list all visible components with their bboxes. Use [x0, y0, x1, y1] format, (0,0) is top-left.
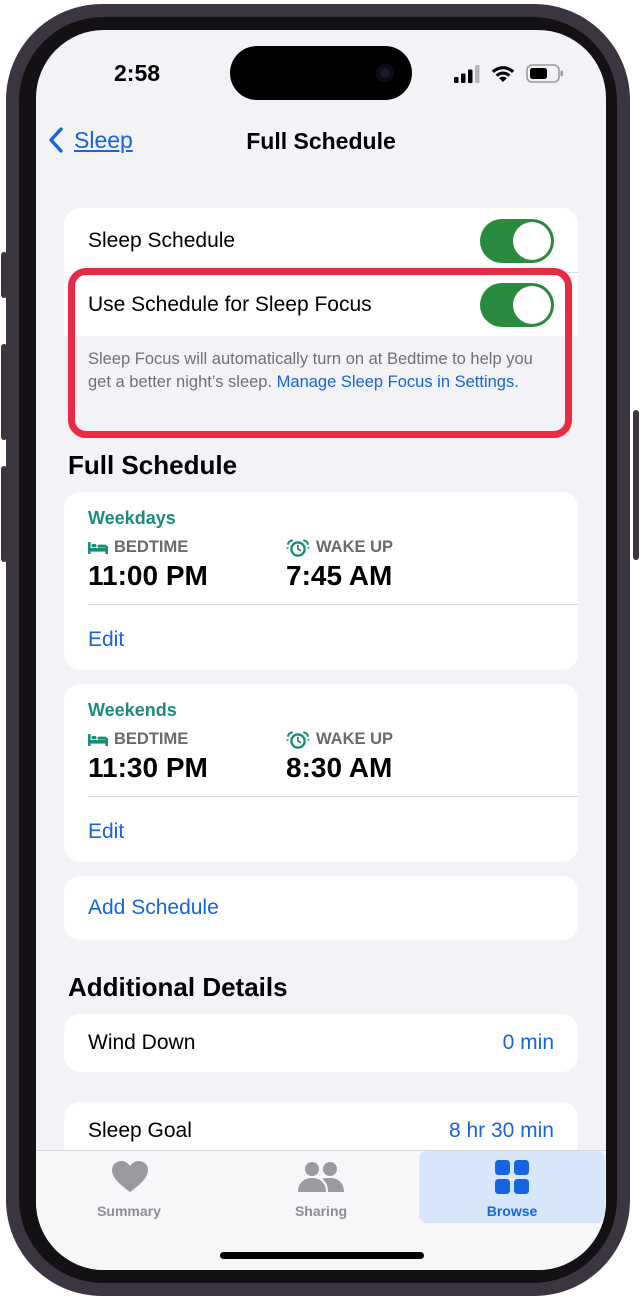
schedule-card-weekdays: Weekdays BEDTIME WAKE UP 11:00 PM 7:45 A…: [64, 492, 578, 670]
sleep-schedule-toggle[interactable]: [480, 219, 554, 263]
navigation-bar: Sleep Full Schedule: [36, 120, 606, 164]
add-schedule-card[interactable]: Add Schedule: [64, 876, 578, 940]
wake-label: WAKE UP: [286, 730, 393, 749]
row-divider: [88, 604, 578, 605]
tab-browse-label: Browse: [486, 1203, 538, 1219]
tab-summary[interactable]: Summary: [36, 1151, 222, 1223]
battery-icon: [526, 64, 563, 83]
wifi-icon: [491, 66, 515, 82]
home-indicator[interactable]: [220, 1252, 424, 1259]
people-icon: [298, 1162, 344, 1192]
full-schedule-heading: Full Schedule: [68, 450, 238, 480]
schedule-card-weekends: Weekends BEDTIME WAKE UP 11:30 PM 8:30 A…: [64, 684, 578, 862]
bed-icon: [88, 541, 108, 554]
edit-weekends-button[interactable]: Edit: [88, 820, 124, 844]
wind-down-label: Wind Down: [88, 1031, 196, 1054]
sleep-goal-value[interactable]: 8 hr 30 min: [449, 1119, 554, 1143]
alarm-clock-icon: [286, 731, 310, 749]
wake-value: 8:30 AM: [286, 752, 393, 783]
wake-text: WAKE UP: [316, 730, 394, 748]
sleep-goal-label: Sleep Goal: [88, 1119, 192, 1142]
camera-icon: [376, 64, 394, 82]
bed-icon: [88, 733, 108, 746]
page-title: Full Schedule: [246, 128, 396, 154]
toggle-knob: [513, 222, 551, 260]
schedule-title: Weekdays: [88, 508, 176, 528]
sleep-schedule-label: Sleep Schedule: [88, 229, 236, 252]
wind-down-value[interactable]: 0 min: [503, 1031, 554, 1055]
status-time: 2:58: [114, 60, 161, 86]
bedtime-label: BEDTIME: [88, 730, 188, 749]
schedule-title: Weekends: [88, 700, 177, 720]
wake-value: 7:45 AM: [286, 560, 393, 591]
additional-details-heading: Additional Details: [68, 972, 288, 1002]
status-icons: [454, 64, 564, 83]
tab-browse[interactable]: Browse: [419, 1151, 605, 1223]
bedtime-label: BEDTIME: [88, 538, 188, 557]
wake-text: WAKE UP: [316, 538, 394, 556]
signal-icon: [454, 64, 480, 83]
tab-sharing-label: Sharing: [294, 1203, 348, 1219]
dynamic-island: [230, 46, 412, 100]
edit-weekdays-button[interactable]: Edit: [88, 628, 124, 652]
power-button: [633, 410, 639, 560]
bedtime-text: BEDTIME: [114, 730, 189, 748]
add-schedule-button[interactable]: Add Schedule: [88, 896, 219, 920]
phone-screen: 2:58 Sleep Full Schedule Sleep Schedule …: [36, 30, 606, 1270]
tab-summary-label: Summary: [97, 1203, 161, 1219]
row-divider: [88, 796, 578, 797]
highlight-box: [68, 268, 572, 438]
wind-down-row[interactable]: Wind Down 0 min: [64, 1014, 578, 1072]
bedtime-text: BEDTIME: [114, 538, 189, 556]
grid-icon: [495, 1160, 529, 1194]
bedtime-value: 11:00 PM: [88, 560, 208, 591]
heart-icon: [112, 1161, 148, 1192]
tab-sharing[interactable]: Sharing: [228, 1151, 414, 1223]
wake-label: WAKE UP: [286, 538, 393, 557]
bedtime-value: 11:30 PM: [88, 752, 208, 783]
alarm-clock-icon: [286, 539, 310, 557]
